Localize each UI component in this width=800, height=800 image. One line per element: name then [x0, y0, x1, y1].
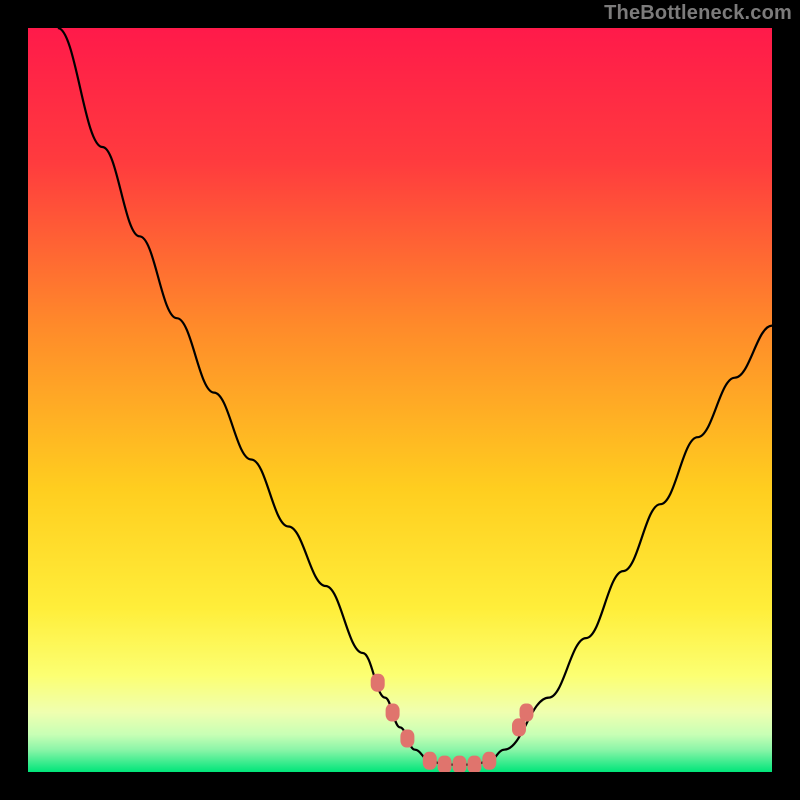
chart-frame: TheBottleneck.com [0, 0, 800, 800]
curve-marker [453, 756, 467, 772]
curve-marker [371, 674, 385, 692]
curve-marker [482, 752, 496, 770]
bottleneck-chart [28, 28, 772, 772]
gradient-background [28, 28, 772, 772]
curve-marker [520, 704, 534, 722]
chart-svg [28, 28, 772, 772]
curve-marker [467, 756, 481, 772]
curve-marker [400, 730, 414, 748]
curve-marker [423, 752, 437, 770]
curve-marker [438, 756, 452, 772]
curve-marker [386, 704, 400, 722]
watermark-text: TheBottleneck.com [604, 2, 792, 25]
